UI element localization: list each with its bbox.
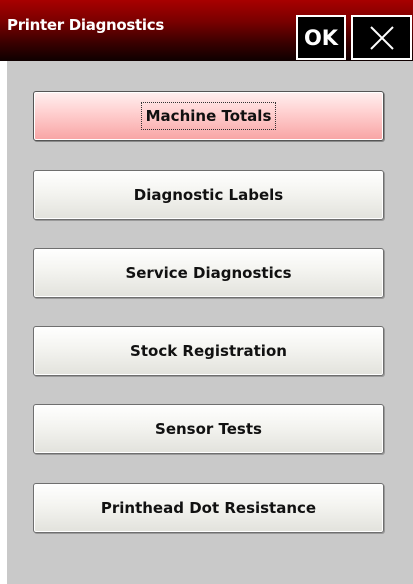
diagnostic-labels-button[interactable]: Diagnostic Labels — [33, 170, 384, 220]
ok-button[interactable]: OK — [296, 15, 346, 60]
sensor-tests-label: Sensor Tests — [155, 420, 262, 438]
diagnostics-menu-panel: Machine Totals Diagnostic Labels Service… — [7, 61, 413, 584]
service-diagnostics-button[interactable]: Service Diagnostics — [33, 248, 384, 298]
close-icon — [369, 25, 394, 50]
service-diagnostics-label: Service Diagnostics — [125, 264, 292, 282]
printhead-dot-resistance-button[interactable]: Printhead Dot Resistance — [33, 483, 384, 533]
printer-diagnostics-dialog: Printer Diagnostics OK Machine Totals Di… — [0, 0, 413, 584]
close-button[interactable] — [351, 15, 412, 60]
diagnostic-labels-label: Diagnostic Labels — [133, 186, 284, 204]
stock-registration-button[interactable]: Stock Registration — [33, 326, 384, 376]
machine-totals-label: Machine Totals — [140, 102, 277, 130]
title-bar: Printer Diagnostics OK — [0, 0, 413, 61]
printhead-dot-resistance-label: Printhead Dot Resistance — [100, 499, 317, 517]
stock-registration-label: Stock Registration — [130, 342, 287, 360]
machine-totals-button[interactable]: Machine Totals — [33, 91, 384, 141]
dialog-title: Printer Diagnostics — [7, 16, 164, 34]
sensor-tests-button[interactable]: Sensor Tests — [33, 404, 384, 454]
